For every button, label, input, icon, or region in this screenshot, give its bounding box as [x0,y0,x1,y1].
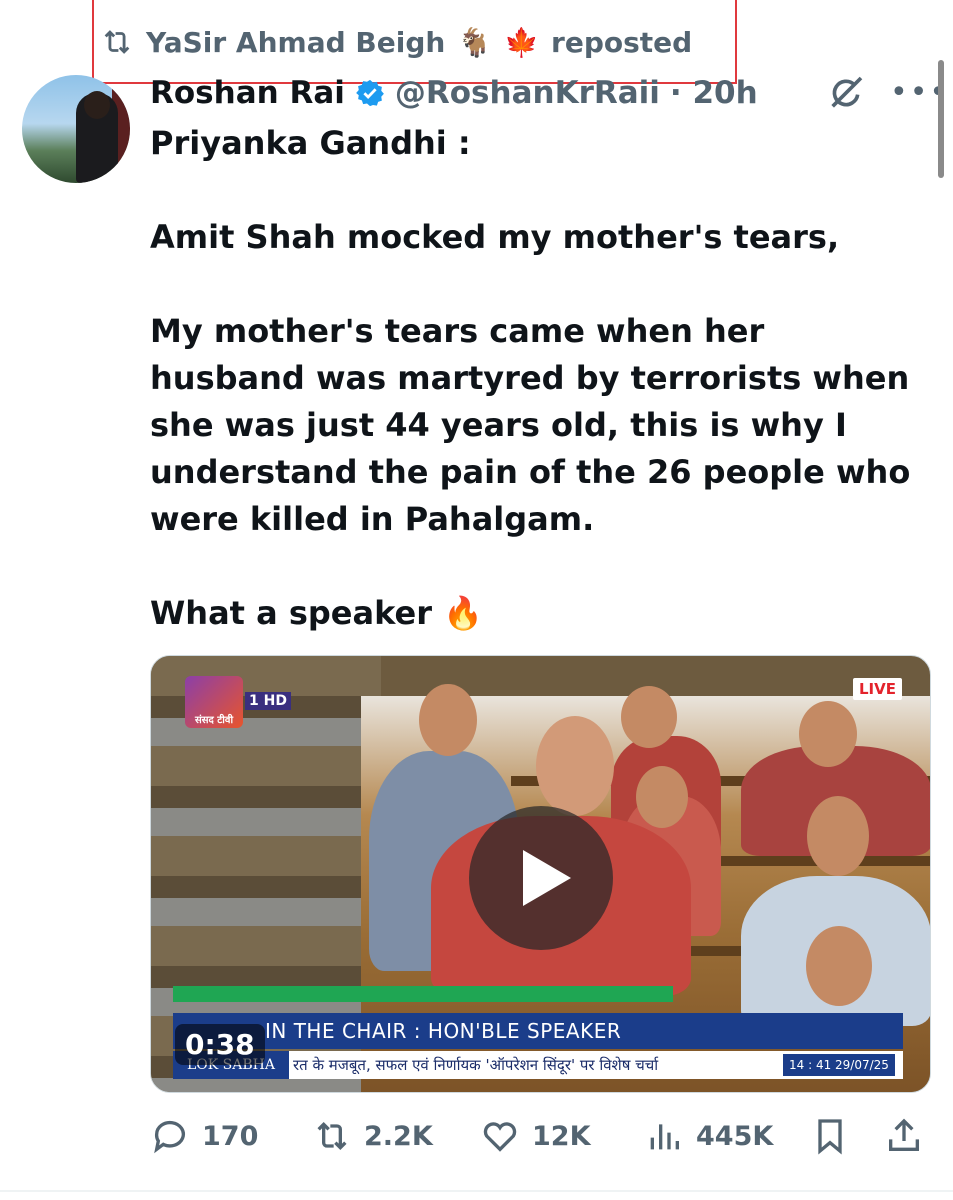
author-handle[interactable]: @RoshanKrRaii [395,75,660,111]
tweet-text: Priyanka Gandhi : Amit Shah mocked my mo… [150,120,930,637]
maple-leaf-emoji: 🍁 [504,25,540,59]
play-button[interactable] [469,806,613,950]
heart-icon [483,1122,517,1152]
bookmark-button[interactable] [810,1112,850,1160]
ticker-date: 14 : 41 29/07/25 [783,1054,895,1076]
views-button[interactable]: 445K [644,1112,773,1160]
author-avatar[interactable] [22,75,130,183]
tweet-line: Amit Shah mocked my mother's tears, [150,218,840,256]
reply-count: 170 [202,1120,259,1152]
live-badge: LIVE [853,678,902,700]
grok-icon[interactable] [826,73,866,113]
tweet-divider [0,1190,953,1192]
like-count: 12K [532,1120,591,1152]
channel-name: संसद टीवी [194,715,234,726]
tweet-line: What a speaker 🔥 [150,594,483,632]
tweet-line: My mother's tears came when her husband … [150,312,911,538]
tweet-actions: 170 2.2K 12K 445K [150,1112,940,1160]
repost-count: 2.2K [364,1120,433,1152]
share-icon [889,1118,919,1151]
scrollbar[interactable] [938,60,944,178]
like-button[interactable]: 12K [480,1112,591,1160]
repost-label: reposted [551,25,693,59]
sansad-tv-logo: संसद टीवी [185,676,243,728]
chair-caption: IN THE CHAIR : HON'BLE SPEAKER [173,1013,903,1049]
tweet-line: Priyanka Gandhi : [150,124,471,162]
repost-icon [104,30,130,54]
author-name[interactable]: Roshan Rai [150,75,345,111]
repost-user-name[interactable]: YaSir Ahmad Beigh [146,26,445,59]
video-duration: 0:38 [175,1024,265,1065]
repost-button[interactable]: 2.2K [312,1112,433,1160]
video-player[interactable]: संसद टीवी 1 HD LIVE IN THE CHAIR : HON'B… [150,655,931,1093]
view-count: 445K [696,1120,774,1152]
repost-indicator[interactable]: YaSir Ahmad Beigh 🐐 🍁 reposted [100,20,692,64]
channel-hd-badge: 1 HD [245,692,291,710]
goat-emoji: 🐐 [457,25,493,59]
views-icon [650,1124,679,1150]
repost-icon [317,1121,347,1151]
verified-badge-icon [356,79,384,107]
tweet-time[interactable]: · 20h [670,75,758,111]
reply-button[interactable]: 170 [150,1112,258,1160]
lower-third-accent [173,986,673,1002]
bookmark-icon [818,1119,842,1155]
reply-icon [154,1120,185,1154]
share-button[interactable] [884,1112,924,1160]
tweet-header: Roshan Rai @RoshanKrRaii · 20h [150,70,758,116]
